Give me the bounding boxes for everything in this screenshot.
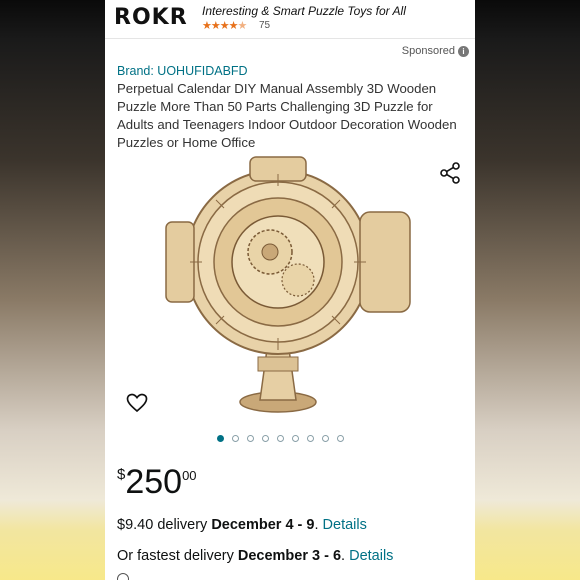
image-carousel-dots <box>217 435 344 442</box>
carousel-dot[interactable] <box>322 435 329 442</box>
star-icon: ★ <box>219 20 230 32</box>
price-fraction: 00 <box>182 468 197 483</box>
delivery-cost-text: $9.40 delivery <box>117 517 208 533</box>
share-icon[interactable] <box>439 162 461 184</box>
fastest-delivery-text: Or fastest delivery <box>117 548 234 564</box>
sponsored-label[interactable]: Sponsored i <box>402 45 469 57</box>
rating-count[interactable]: 75 <box>259 20 270 31</box>
brand-link[interactable]: Brand: UOHUFIDABFD <box>117 64 248 78</box>
carousel-dot[interactable] <box>232 435 239 442</box>
star-icon: ★ <box>228 20 239 32</box>
fastest-details-link[interactable]: Details <box>349 548 393 564</box>
star-icon: ★ <box>202 20 212 32</box>
carousel-dot[interactable] <box>307 435 314 442</box>
product-title: Perpetual Calendar DIY Manual Assembly 3… <box>117 81 457 150</box>
rating-stars[interactable]: ★★★★★ <box>202 19 248 32</box>
delivery-fastest: Or fastest delivery December 3 - 6. Deta… <box>117 548 394 564</box>
carousel-dot[interactable] <box>277 435 284 442</box>
sponsored-brand-banner[interactable]: ROKR Interesting & Smart Puzzle Toys for… <box>105 0 475 38</box>
brand-tagline[interactable]: Interesting & Smart Puzzle Toys for All <box>202 4 406 18</box>
carousel-dot[interactable] <box>292 435 299 442</box>
carousel-dot[interactable] <box>262 435 269 442</box>
location-icon[interactable] <box>117 573 129 580</box>
price-whole: 250 <box>125 463 183 501</box>
heart-icon[interactable] <box>126 393 148 413</box>
price-symbol: $ <box>117 466 126 483</box>
price: $25000 <box>117 463 197 502</box>
carousel-dot[interactable] <box>217 435 224 442</box>
carousel-dot[interactable] <box>247 435 254 442</box>
star-half-icon: ★ <box>237 20 248 32</box>
fastest-delivery-dates: December 3 - 6 <box>237 548 342 564</box>
divider <box>105 38 475 39</box>
carousel-dot[interactable] <box>337 435 344 442</box>
brand-logo[interactable]: ROKR <box>114 5 188 30</box>
info-icon[interactable]: i <box>458 45 469 57</box>
delivery-dates: December 4 - 9 <box>211 517 315 533</box>
sponsored-text: Sponsored <box>401 45 455 57</box>
star-icon: ★ <box>210 20 221 32</box>
product-card: ROKR Interesting & Smart Puzzle Toys for… <box>105 0 475 580</box>
product-image[interactable] <box>160 152 420 422</box>
delivery-standard: $9.40 delivery December 4 - 9. Details <box>117 517 367 533</box>
delivery-details-link[interactable]: Details <box>323 517 367 533</box>
